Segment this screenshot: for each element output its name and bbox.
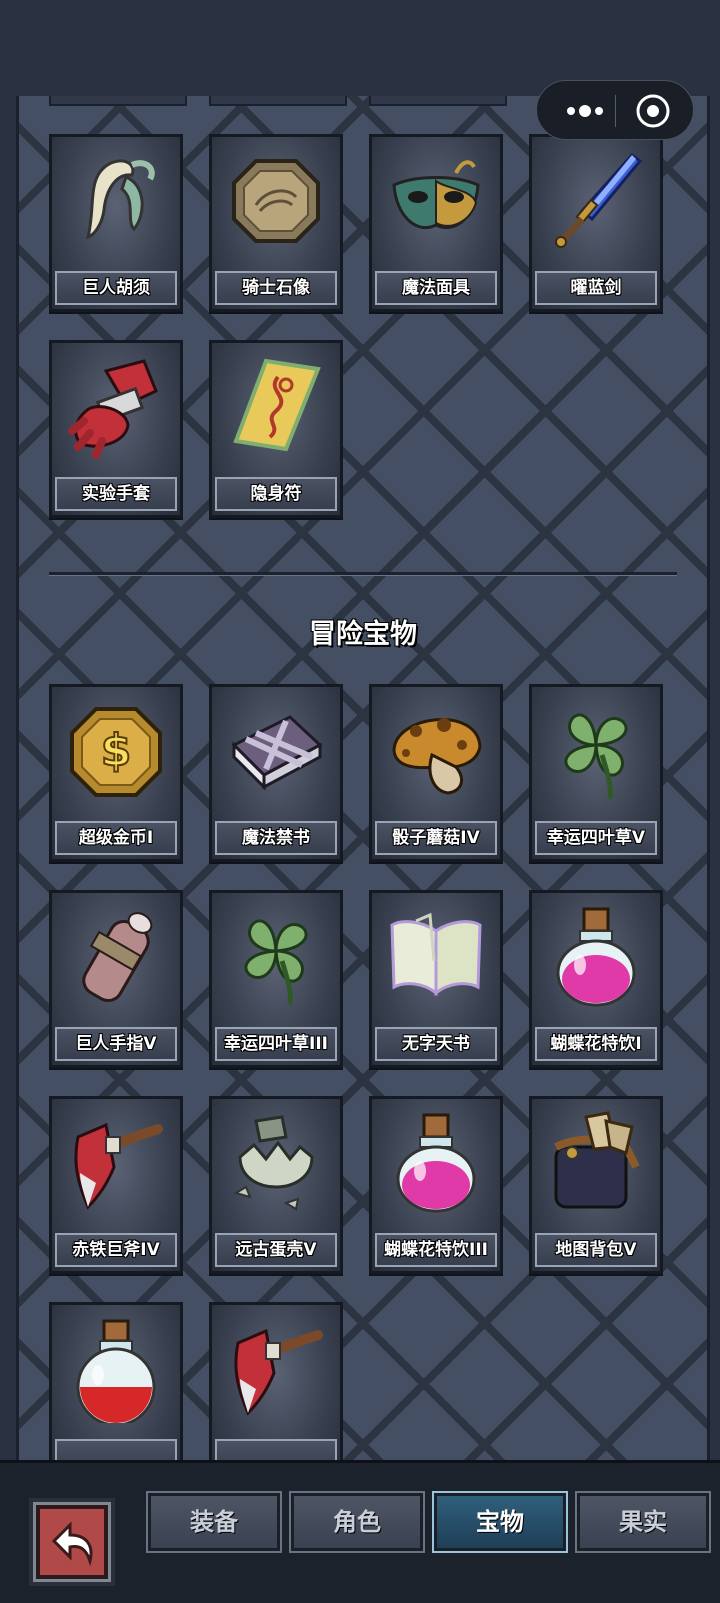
item-card[interactable]: 幸运四叶草III bbox=[209, 890, 343, 1068]
item-card[interactable]: 曜蓝剑 bbox=[529, 134, 663, 312]
stone-tablet-icon bbox=[232, 159, 320, 243]
map-bag-icon bbox=[554, 1111, 640, 1209]
item-card[interactable]: 骰子蘑菇IV bbox=[369, 684, 503, 862]
item-label: 骑士石像 bbox=[215, 271, 337, 305]
more-options-icon[interactable] bbox=[559, 99, 613, 123]
chained-book-icon bbox=[231, 715, 323, 791]
item-card[interactable]: 实验手套 bbox=[49, 340, 183, 518]
tusk-icon bbox=[85, 159, 155, 240]
item-label: 地图背包V bbox=[535, 1233, 657, 1267]
item-label: 骰子蘑菇IV bbox=[375, 821, 497, 855]
blue-sword-icon bbox=[555, 152, 643, 248]
item-label: 曜蓝剑 bbox=[535, 271, 657, 305]
back-arrow-icon bbox=[51, 1521, 93, 1567]
item-card[interactable]: 无字天书 bbox=[369, 890, 503, 1068]
item-label bbox=[215, 1439, 337, 1460]
giant-finger-icon bbox=[82, 912, 153, 1003]
item-label: 蝴蝶花特饮I bbox=[535, 1027, 657, 1061]
dice-mushroom-icon bbox=[392, 718, 482, 795]
item-card[interactable]: 蝴蝶花特饮III bbox=[369, 1096, 503, 1274]
close-target-icon[interactable] bbox=[635, 93, 671, 129]
item-label bbox=[55, 1439, 177, 1460]
four-leaf-clover-icon bbox=[564, 713, 628, 800]
miniprogram-capsule bbox=[536, 80, 694, 140]
four-leaf-clover-icon bbox=[244, 919, 308, 1006]
item-card[interactable]: 隐身符 bbox=[209, 340, 343, 518]
item-label: 魔法面具 bbox=[375, 271, 497, 305]
item-label: 幸运四叶草V bbox=[535, 821, 657, 855]
item-label: 超级金币I bbox=[55, 821, 177, 855]
item-card[interactable]: 地图背包V bbox=[529, 1096, 663, 1274]
item-collection-panel: 巨人胡须 骑士石像 魔法面具 曜蓝剑 实验手套 隐身符 冒险宝物 $ 超级金币I… bbox=[16, 96, 710, 1460]
item-label: 实验手套 bbox=[55, 477, 177, 511]
tab-treasure[interactable]: 宝物 bbox=[432, 1491, 568, 1553]
capsule-divider bbox=[615, 95, 616, 127]
red-potion-icon bbox=[76, 1319, 156, 1423]
tab-fruit[interactable]: 果实 bbox=[575, 1491, 711, 1553]
item-card[interactable]: 骑士石像 bbox=[209, 134, 343, 312]
pink-potion-icon bbox=[396, 1113, 476, 1213]
item-label: 远古蛋壳V bbox=[215, 1233, 337, 1267]
red-axe-icon bbox=[234, 1328, 323, 1416]
item-card[interactable]: $ 超级金币I bbox=[49, 684, 183, 862]
item-card-edge bbox=[209, 96, 347, 106]
item-card[interactable]: 魔法面具 bbox=[369, 134, 503, 312]
back-button[interactable] bbox=[33, 1502, 111, 1582]
svg-text:$: $ bbox=[101, 725, 132, 776]
talisman-icon bbox=[233, 358, 321, 452]
red-glove-icon bbox=[68, 359, 158, 459]
tab-character[interactable]: 角色 bbox=[289, 1491, 425, 1553]
mask-icon bbox=[392, 160, 480, 229]
section-divider bbox=[49, 572, 677, 575]
item-card[interactable]: 巨人手指V bbox=[49, 890, 183, 1068]
item-label: 幸运四叶草III bbox=[215, 1027, 337, 1061]
item-label: 魔法禁书 bbox=[215, 821, 337, 855]
item-card[interactable]: 蝴蝶花特饮I bbox=[529, 890, 663, 1068]
item-label: 蝴蝶花特饮III bbox=[375, 1233, 497, 1267]
item-label: 巨人手指V bbox=[55, 1027, 177, 1061]
tab-equipment[interactable]: 装备 bbox=[146, 1491, 282, 1553]
gold-coin-icon: $ bbox=[70, 707, 162, 797]
pink-potion-icon bbox=[556, 907, 636, 1007]
item-label: 隐身符 bbox=[215, 477, 337, 511]
item-card-edge bbox=[49, 96, 187, 106]
bottom-nav-bar: 装备 角色 宝物 果实 bbox=[0, 1460, 720, 1603]
egg-shell-icon bbox=[233, 1115, 314, 1211]
item-card-edge bbox=[369, 96, 507, 106]
item-card[interactable] bbox=[209, 1302, 343, 1460]
item-label: 巨人胡须 bbox=[55, 271, 177, 305]
item-label: 赤铁巨斧IV bbox=[55, 1233, 177, 1267]
red-axe-icon bbox=[74, 1122, 163, 1210]
item-label: 无字天书 bbox=[375, 1027, 497, 1061]
item-card[interactable]: 幸运四叶草V bbox=[529, 684, 663, 862]
open-book-icon bbox=[390, 912, 482, 997]
item-card[interactable]: 魔法禁书 bbox=[209, 684, 343, 862]
item-card[interactable]: 巨人胡须 bbox=[49, 134, 183, 312]
item-card[interactable]: 赤铁巨斧IV bbox=[49, 1096, 183, 1274]
section-title: 冒险宝物 bbox=[309, 619, 417, 650]
item-card[interactable] bbox=[49, 1302, 183, 1460]
item-card[interactable]: 远古蛋壳V bbox=[209, 1096, 343, 1274]
